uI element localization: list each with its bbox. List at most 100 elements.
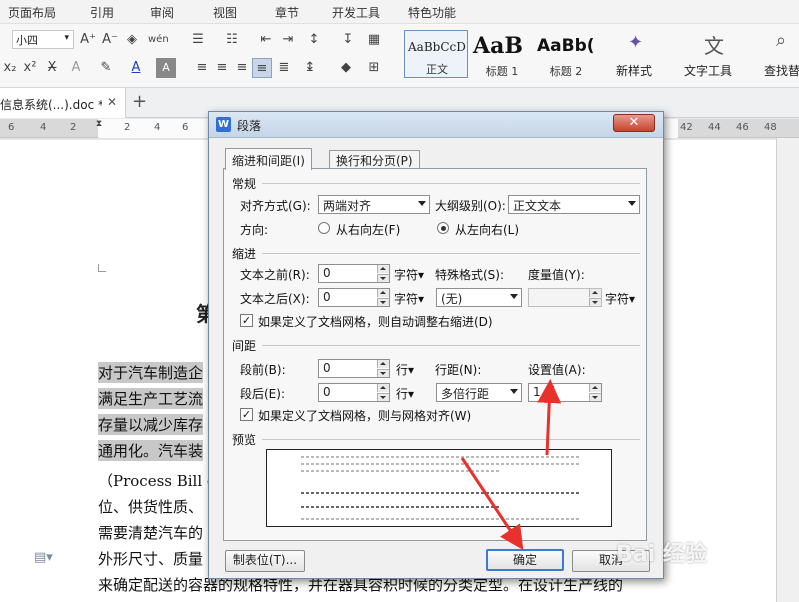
close-icon[interactable]: ✕ (613, 114, 655, 132)
number-list-icon[interactable]: ☷ (222, 30, 242, 50)
increase-indent-icon[interactable]: ⇥ (278, 30, 298, 50)
grow-font-icon[interactable]: A⁺ (78, 30, 98, 50)
dialog-titlebar[interactable]: W 段落 ✕ (209, 112, 663, 138)
text-direction-icon[interactable]: ↕ (304, 30, 324, 50)
indent-grid-label: 如果定义了文档网格，则自动调整右缩进(D) (258, 315, 493, 329)
outline-level-select[interactable]: 正文文本 (508, 195, 640, 214)
tab-line-page-breaks[interactable]: 换行和分页(P) (329, 150, 420, 168)
line-spacing-icon[interactable]: ↨ (300, 58, 320, 78)
font-size-select[interactable]: 小四 ▾ (12, 30, 74, 49)
spacing-before-unit[interactable]: 行▾ (396, 361, 414, 378)
preview-line (301, 456, 579, 458)
style-heading1[interactable]: AaB 标题 1 (470, 30, 532, 78)
justify-icon[interactable]: ≡ (252, 58, 272, 78)
document-line: 对于汽车制造企 (98, 362, 204, 383)
tab-indent-spacing[interactable]: 缩进和间距(I) (225, 148, 312, 170)
pinyin-icon[interactable]: wén (148, 30, 169, 50)
spin-up-icon[interactable] (589, 384, 601, 392)
style-heading2[interactable]: AaBb( 标题 2 (534, 30, 596, 78)
document-line: 外形尺寸、质量 (98, 550, 204, 568)
menu-review[interactable]: 审阅 (150, 4, 174, 21)
menu-references[interactable]: 引用 (90, 4, 114, 21)
find-replace-button[interactable]: ⌕ 查找替 (762, 30, 799, 78)
spacing-grid-label: 如果定义了文档网格，则与网格对齐(W) (258, 409, 472, 423)
tab-stops-button[interactable]: 制表位(T)... (225, 550, 305, 572)
spin-up-icon[interactable] (377, 360, 389, 368)
preview-line (301, 506, 501, 508)
indent-after-unit[interactable]: 字符▾ (394, 290, 424, 307)
section-spacing: 间距 (232, 339, 257, 353)
style-normal[interactable]: AaBbCcD 正文 (404, 30, 468, 78)
indent-before-unit[interactable]: 字符▾ (394, 266, 424, 283)
indent-before-input[interactable]: 0 (318, 264, 390, 283)
bullet-list-icon[interactable]: ☰ (188, 30, 208, 50)
spin-up-icon[interactable] (377, 384, 389, 392)
border-icon[interactable]: ⊞ (364, 58, 384, 78)
spin-up-icon[interactable] (589, 289, 601, 297)
spin-up-icon[interactable] (377, 265, 389, 273)
spacing-after-input[interactable]: 0 (318, 383, 390, 402)
ltr-radio[interactable] (437, 222, 449, 234)
alignment-value: 两端对齐 (323, 199, 372, 213)
measure-unit[interactable]: 字符▾ (605, 290, 635, 307)
spin-down-icon[interactable] (377, 274, 389, 282)
align-right-icon[interactable]: ≡ (232, 58, 252, 78)
spin-down-icon[interactable] (589, 298, 601, 306)
shading-icon[interactable]: ◆ (336, 58, 356, 78)
spin-down-icon[interactable] (377, 298, 389, 306)
superscript-icon[interactable]: x² (20, 58, 40, 78)
spacing-before-input[interactable]: 0 (318, 359, 390, 378)
menu-view[interactable]: 视图 (213, 4, 237, 21)
ruler-number: 6 (182, 122, 189, 133)
indent-after-input[interactable]: 0 (318, 288, 390, 307)
close-tab-icon[interactable]: ✕ (107, 95, 117, 109)
set-value-input[interactable]: 1.5 (528, 383, 602, 402)
ruler-number: 44 (708, 122, 721, 133)
spin-down-icon[interactable] (377, 393, 389, 401)
spin-up-icon[interactable] (377, 289, 389, 297)
align-left-icon[interactable]: ≡ (192, 58, 212, 78)
measure-input[interactable] (528, 288, 602, 307)
menu-features[interactable]: 特色功能 (408, 4, 456, 21)
alignment-select[interactable]: 两端对齐 (318, 195, 430, 214)
line-spacing-select[interactable]: 多倍行距 (436, 383, 522, 402)
menu-developer[interactable]: 开发工具 (332, 4, 380, 21)
text-tools-button[interactable]: 文 文字工具 (682, 30, 748, 78)
rtl-radio[interactable] (318, 222, 330, 234)
align-center-icon[interactable]: ≡ (212, 58, 232, 78)
set-value-value: 1.5 (533, 385, 553, 399)
strikethrough-icon[interactable]: X̶ (42, 58, 62, 78)
new-tab-icon[interactable]: + (132, 91, 147, 112)
vertical-scrollbar[interactable] (776, 138, 799, 602)
highlight-icon[interactable]: ✎ (96, 58, 116, 78)
line-spacing-value: 多倍行距 (441, 387, 490, 401)
shrink-font-icon[interactable]: A⁻ (100, 30, 120, 50)
new-style-button[interactable]: ✦ 新样式 (610, 30, 666, 78)
indent-grid-checkbox[interactable]: ✓ (240, 314, 253, 327)
special-format-select[interactable]: (无) (436, 288, 522, 307)
decrease-indent-icon[interactable]: ⇤ (256, 30, 276, 50)
menu-page-layout[interactable]: 页面布局 (8, 4, 56, 21)
ok-button[interactable]: 确定 (486, 549, 564, 571)
menu-chapter[interactable]: 章节 (275, 4, 299, 21)
spacing-grid-checkbox[interactable]: ✓ (240, 408, 253, 421)
document-tab[interactable]: 信息系统(...).doc * ✕ (0, 88, 126, 118)
chevron-down-icon (628, 201, 636, 206)
text-effect-icon[interactable]: A (66, 58, 86, 78)
chevron-down-icon (418, 201, 426, 206)
char-shading-icon[interactable]: A (156, 58, 176, 78)
subscript-icon[interactable]: x₂ (0, 58, 20, 78)
section-indent: 缩进 (232, 247, 257, 261)
distribute-icon[interactable]: ≣ (274, 58, 294, 78)
indent-marker-icon[interactable]: ⧗ (94, 119, 104, 138)
spin-down-icon[interactable] (589, 393, 601, 401)
spacing-after-unit[interactable]: 行▾ (396, 385, 414, 402)
font-color-icon[interactable]: A (126, 58, 146, 78)
table-icon[interactable]: ▦ (364, 30, 384, 50)
clear-format-icon[interactable]: ◈ (122, 30, 142, 50)
sort-icon[interactable]: ↧ (338, 30, 358, 50)
ruler-number: 2 (124, 122, 131, 133)
spin-down-icon[interactable] (377, 369, 389, 377)
document-line: 满足生产工艺流 (98, 388, 204, 409)
paragraph-options-icon[interactable]: ▤▾ (34, 550, 53, 565)
